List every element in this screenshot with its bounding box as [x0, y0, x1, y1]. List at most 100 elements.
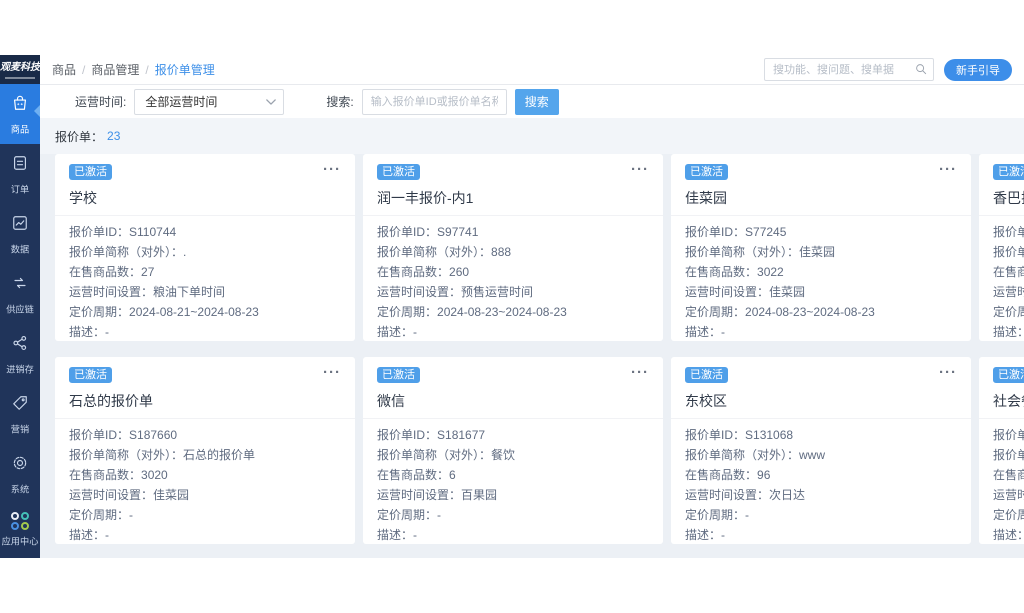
on-sale-count-label: 在售商品数： — [69, 265, 142, 279]
supply-chain-icon — [10, 277, 30, 297]
pricing-cycle-row: 定价周期： — [993, 505, 1024, 525]
pricing-cycle-label: 定价周期： — [993, 508, 1024, 522]
quote-card-title[interactable]: 微信 — [377, 391, 649, 409]
status-badge: 已激活 — [69, 164, 112, 180]
on-sale-count-row: 在售商品数： — [993, 262, 1024, 282]
pricing-cycle-row: 定价周期：2024-08-21~2024-08-23 — [69, 302, 341, 322]
global-search-input[interactable] — [764, 58, 934, 81]
quote-id-value: S131068 — [745, 428, 794, 442]
sidebar-item-label: 订单 — [10, 185, 30, 196]
quote-id-value: S77245 — [745, 225, 787, 239]
operating-time-row: 运营时间设置：预售运营时间 — [377, 282, 649, 302]
operating-time-row: 运营时间设置：粮油下单时间 — [69, 282, 341, 302]
pricing-cycle-row: 定价周期：2024-08-23~2024-08-23 — [377, 302, 649, 322]
status-badge: 已激活 — [993, 367, 1024, 383]
sidebar-item-inventory[interactable]: 进销存 — [0, 324, 40, 384]
pricing-cycle-value: - — [745, 508, 750, 522]
pricing-cycle-label: 定价周期： — [377, 508, 438, 522]
sidebar-item-label: 进销存 — [6, 365, 34, 376]
quote-card-title[interactable]: 石总的报价单 — [69, 391, 341, 409]
quote-id-row: 报价单ID：S187660 — [69, 425, 341, 445]
order-icon — [10, 156, 30, 177]
short-name-row: 报价单简称（对外）：石总的报价单 — [69, 445, 341, 465]
status-badge: 已激活 — [377, 164, 420, 180]
operating-time-setting-value: 次日达 — [769, 488, 806, 502]
sidebar-item-marketing[interactable]: 营销 — [0, 384, 40, 444]
quote-search-input[interactable] — [361, 88, 507, 115]
quote-card-title[interactable]: 社会餐饮 — [993, 391, 1024, 409]
status-badge: 已激活 — [377, 367, 420, 383]
more-actions-icon[interactable]: ··· — [939, 162, 957, 177]
on-sale-count-value: 96 — [757, 468, 771, 482]
quote-id-label: 报价单ID： — [377, 225, 438, 239]
operating-time-row: 运营时间设置：佳菜园 — [685, 282, 957, 302]
description-value: - — [413, 325, 418, 339]
pricing-cycle-value: 2024-08-23~2024-08-23 — [437, 305, 567, 319]
sidebar-item-data[interactable]: 数据 — [0, 204, 40, 264]
divider — [671, 215, 971, 216]
short-name-row: 报价单简称（对外）： — [993, 242, 1024, 262]
guide-button[interactable]: 新手引导 — [944, 58, 1012, 81]
sidebar-item-orders[interactable]: 订单 — [0, 144, 40, 204]
divider — [363, 215, 663, 216]
operating-time-setting-value: 预售运营时间 — [461, 285, 534, 299]
operating-time-select[interactable]: 全部运营时间 — [134, 88, 285, 115]
quote-id-value: S181677 — [437, 428, 486, 442]
quote-id-label: 报价单ID： — [993, 225, 1024, 239]
filter-bar: 运营时间: 全部运营时间 搜索: 搜索 — [40, 85, 1024, 118]
description-label: 描述： — [69, 325, 106, 339]
more-actions-icon[interactable]: ··· — [323, 365, 341, 380]
on-sale-count-label: 在售商品数： — [993, 265, 1024, 279]
pricing-cycle-row: 定价周期：- — [377, 505, 649, 525]
bag-icon — [10, 95, 30, 117]
chart-icon — [10, 216, 30, 237]
quote-card-title[interactable]: 东校区 — [685, 391, 957, 409]
operating-time-row: 运营时间设置：佳菜园 — [69, 485, 341, 505]
pricing-cycle-label: 定价周期： — [993, 305, 1024, 319]
quote-id-value: S97741 — [437, 225, 479, 239]
quote-card-title[interactable]: 润一丰报价-内1 — [377, 188, 649, 206]
operating-time-setting-label: 运营时间设置： — [993, 488, 1024, 502]
more-actions-icon[interactable]: ··· — [631, 365, 649, 380]
brand-logo-subline — [5, 77, 35, 79]
on-sale-count-row: 在售商品数：96 — [685, 465, 957, 485]
more-actions-icon[interactable]: ··· — [939, 365, 957, 380]
quote-card-title[interactable]: 学校 — [69, 188, 341, 206]
breadcrumb-separator: / — [145, 62, 149, 77]
more-actions-icon[interactable]: ··· — [631, 162, 649, 177]
breadcrumb-item-goods-mgmt[interactable]: 商品管理 — [91, 61, 139, 78]
quote-card-title[interactable]: 佳菜园 — [685, 188, 957, 206]
quote-id-label: 报价单ID： — [685, 225, 746, 239]
status-badge: 已激活 — [685, 367, 728, 383]
quote-id-row: 报价单ID：S131068 — [685, 425, 957, 445]
description-row: 描述：- — [69, 525, 341, 544]
pricing-cycle-value: - — [437, 508, 442, 522]
description-label: 描述： — [685, 528, 722, 542]
short-name-row: 报价单简称（对外）：餐饮 — [377, 445, 649, 465]
short-name-row: 报价单简称（对外）：. — [69, 242, 341, 262]
quote-card-title[interactable]: 香巴拉 — [993, 188, 1024, 206]
pricing-cycle-value: - — [129, 508, 134, 522]
divider — [363, 418, 663, 419]
status-badge: 已激活 — [69, 367, 112, 383]
description-value: - — [413, 528, 418, 542]
quote-count-label: 报价单： — [55, 129, 104, 144]
sidebar-item-system[interactable]: 系统 — [0, 444, 40, 504]
breadcrumb-separator: / — [82, 62, 86, 77]
description-label: 描述： — [993, 325, 1024, 339]
search-button[interactable]: 搜索 — [514, 88, 559, 115]
description-label: 描述： — [685, 325, 722, 339]
operating-time-setting-label: 运营时间设置： — [685, 285, 770, 299]
description-row: 描述：- — [993, 525, 1024, 544]
pricing-cycle-label: 定价周期： — [685, 508, 746, 522]
pricing-cycle-row: 定价周期： — [993, 302, 1024, 322]
sidebar-item-goods[interactable]: 商品 — [0, 84, 40, 144]
brand-logo: 观麦科技 — [0, 55, 40, 84]
short-name-value: 餐饮 — [491, 448, 516, 462]
sidebar-item-supply-chain[interactable]: 供应链 — [0, 264, 40, 324]
more-actions-icon[interactable]: ··· — [323, 162, 341, 177]
breadcrumb-item-goods[interactable]: 商品 — [52, 61, 76, 78]
description-row: 描述：- — [685, 322, 957, 341]
quote-card: 已激活 ··· 东校区 报价单ID：S131068 报价单简称（对外）：www … — [671, 357, 971, 544]
sidebar-item-app-center[interactable]: 应用中心 — [0, 504, 40, 558]
